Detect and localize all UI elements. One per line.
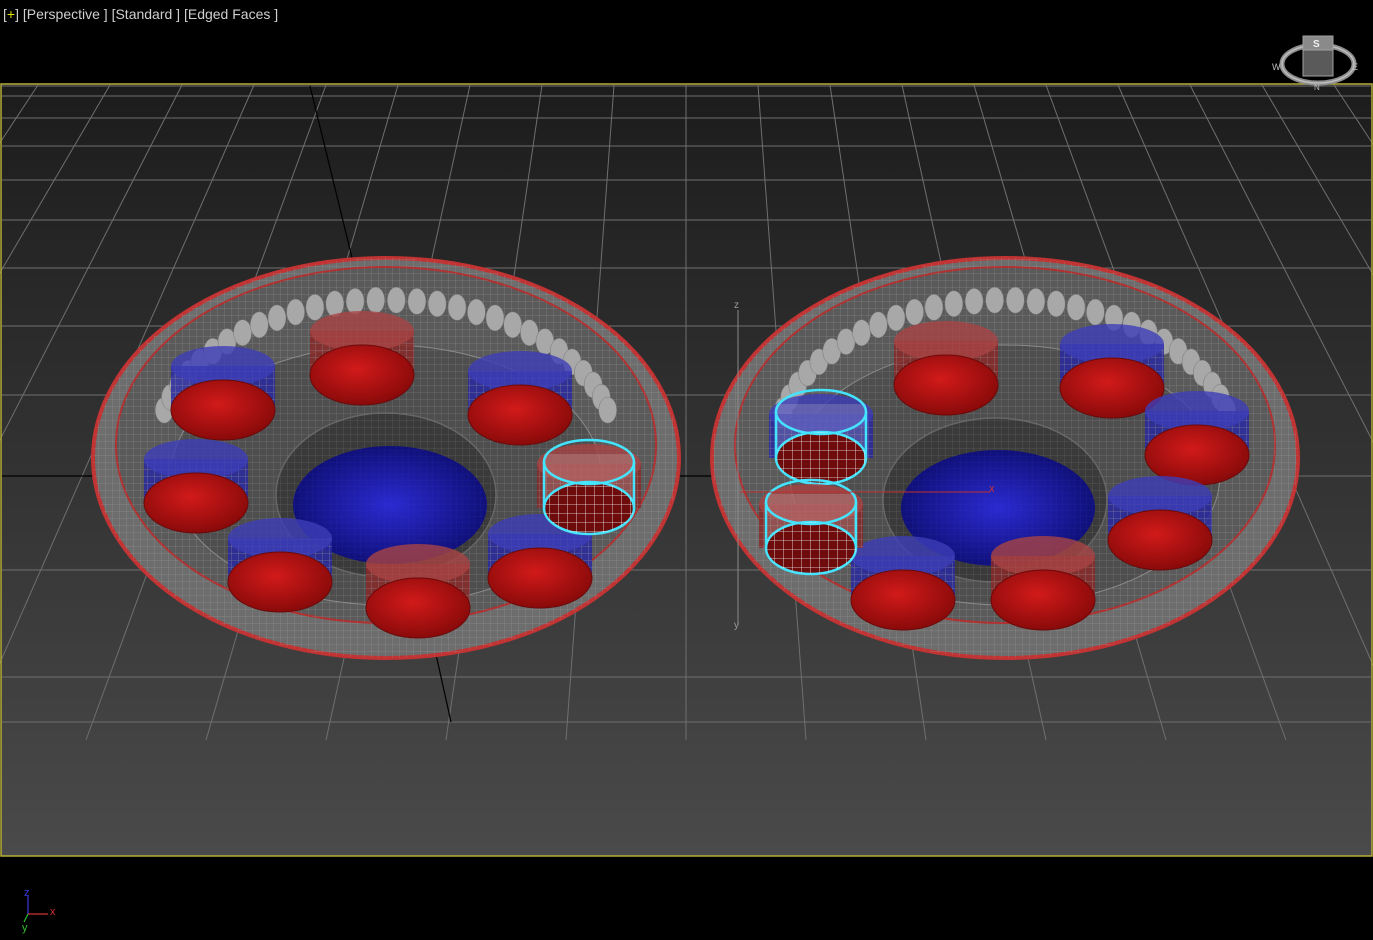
roller[interactable] (990, 536, 1096, 631)
bearing-left[interactable] (91, 256, 681, 660)
roller[interactable] (850, 536, 956, 631)
roller-cap (487, 547, 593, 609)
cage-hole (1086, 298, 1105, 326)
roller[interactable] (467, 351, 573, 446)
cage-hole (503, 311, 522, 339)
tripod-x-label: x (50, 906, 56, 918)
cage-hole (1026, 288, 1046, 315)
gizmo-x-label: x (989, 483, 995, 495)
bearing-right[interactable] (710, 256, 1300, 660)
roller-cap (170, 379, 276, 441)
roller[interactable] (1107, 476, 1213, 571)
roller-cap (467, 384, 573, 446)
cage-hole (387, 286, 406, 314)
cage-hole (924, 294, 944, 321)
cage-hole (467, 298, 486, 326)
cage-hole (944, 290, 964, 318)
roller-cap-mesh (766, 522, 856, 574)
cage-hole (305, 294, 325, 321)
selected-roller[interactable] (769, 388, 873, 486)
viewport-menu-button[interactable]: + (7, 6, 15, 22)
cage-hole (286, 298, 305, 326)
roller[interactable] (227, 518, 333, 613)
roller-cap (1144, 424, 1250, 486)
roller-cap (309, 344, 415, 406)
tripod-y-label: y (22, 922, 28, 934)
roller[interactable] (893, 321, 999, 416)
compass-east-label: E (1352, 62, 1358, 72)
roller-cap (1107, 509, 1213, 571)
viewport-footer-bar (0, 857, 1373, 940)
cage-hole (233, 319, 252, 346)
compass-north-label: N (1314, 83, 1320, 92)
viewcube-top-label: S (1313, 39, 1320, 50)
perspective-viewport[interactable]: z x y S W E N z x y (0, 0, 1373, 940)
roller-cap (850, 569, 956, 631)
viewcube-box[interactable] (1302, 49, 1334, 77)
gizmo-y-label: y (734, 620, 739, 631)
cage-hole (250, 311, 269, 339)
cage-hole (869, 311, 888, 339)
cage-hole (1006, 286, 1025, 314)
cage-hole (905, 298, 924, 326)
selected-roller[interactable] (537, 438, 641, 536)
cage-hole (985, 286, 1004, 314)
roller-cap-mesh (544, 482, 634, 534)
cage-hole (366, 286, 385, 314)
cage-hole (427, 290, 447, 318)
cage-hole (1066, 294, 1086, 321)
cage-hole (345, 288, 365, 315)
cage-hole (407, 288, 427, 315)
compass-west-label: W (1272, 62, 1281, 72)
roller-cap (990, 569, 1096, 631)
roller[interactable] (143, 439, 249, 534)
display-mode-menu[interactable]: Edged Faces (188, 6, 271, 22)
tripod-z-label: z (24, 887, 30, 899)
roller-cap (365, 577, 471, 639)
roller[interactable] (365, 544, 471, 639)
cage-hole (267, 304, 287, 332)
cage-hole (964, 288, 984, 315)
cage-hole (886, 304, 906, 332)
roller[interactable] (170, 346, 276, 441)
viewport-label: [+] [Perspective ] [Standard ] [Edged Fa… (3, 6, 279, 22)
roller[interactable] (1144, 391, 1250, 486)
cage-hole (1046, 290, 1066, 318)
shading-menu[interactable]: Standard (115, 6, 172, 22)
cage-hole (485, 304, 505, 332)
cage-hole (598, 396, 617, 424)
cage-hole (447, 294, 467, 321)
cage-hole (852, 319, 871, 346)
roller-cap (143, 472, 249, 534)
view-type-menu[interactable]: Perspective (27, 6, 100, 22)
selected-roller[interactable] (759, 478, 863, 576)
gizmo-z-label: z (734, 300, 739, 311)
roller-cap (227, 551, 333, 613)
roller-cap (893, 354, 999, 416)
roller-cap-mesh (776, 432, 866, 484)
roller[interactable] (309, 311, 415, 406)
